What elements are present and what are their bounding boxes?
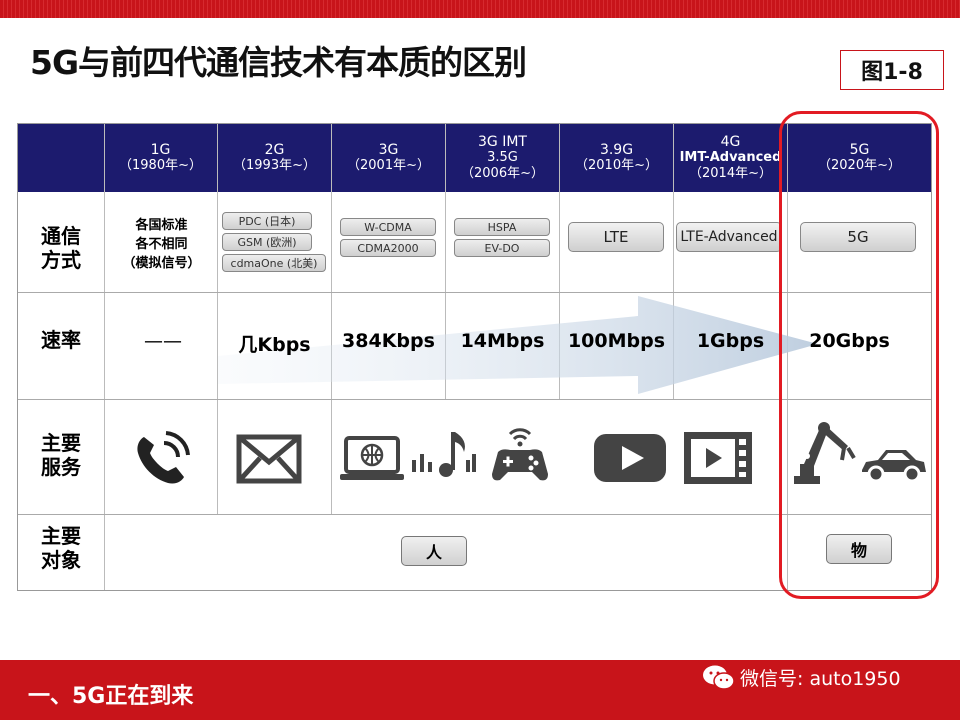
comm-4g-lte-advanced: LTE-Advanced [676,222,782,252]
header-2g: 2G （1993年~） [218,124,331,192]
header-35g: 3G IMT 3.5G （2006年~） [446,124,559,192]
row-label-service: 主要 服务 [41,431,81,479]
row-label-speed: 速率 [41,328,81,352]
comm-2g-gsm: GSM (欧洲) [222,233,312,251]
speed-2g: 几Kbps [238,334,311,356]
wechat-id: 微信号: auto1950 [740,668,901,690]
speed-4g: 1Gbps [696,330,765,352]
divider [104,124,105,590]
speed-35g: 14Mbps [460,330,545,352]
speed-39g: 100Mbps [567,330,666,352]
header-2g-year: （1993年~） [233,158,316,173]
video-play-icon [594,434,666,482]
figure-label: 图1-8 [840,50,944,90]
speed-3g: 384Kbps [342,330,435,352]
header-1g-name: 1G [150,142,171,158]
header-39g-year: （2010年~） [575,158,658,173]
header-2g-name: 2G [264,142,285,158]
header-35g-name: 3G IMT [478,134,527,150]
music-icon [412,432,476,477]
header-4g-name: 4G [720,134,741,150]
comm-2g-pdc: PDC (日本) [222,212,312,230]
comm-35g-evdo: EV-DO [454,239,550,257]
header-3g-name: 3G [378,142,399,158]
row-label-object: 主要 对象 [41,524,81,572]
header-35g-year: （2006年~） [461,166,544,181]
page-title: 5G与前四代通信技术有本质的区别 [30,43,527,82]
header-3g-year: （2001年~） [347,158,430,173]
mail-icon [236,434,302,484]
comm-3g-wcdma: W-CDMA [340,218,436,236]
video-screen-icon [684,432,752,484]
header-1g: 1G （1980年~） [104,124,217,192]
comm-3g-cdma2000: CDMA2000 [340,239,436,257]
phone-icon [137,431,190,484]
header-4g-year: （2014年~） [689,166,772,181]
header-4g-name2: IMT-Advanced [679,150,782,165]
section-title: 一、5G正在到来 [28,684,194,709]
comm-2g-cdmaone: cdmaOne (北美) [222,254,326,272]
header-3g: 3G （2001年~） [332,124,445,192]
gamepad-icon [492,428,548,481]
comm-35g-hspa: HSPA [454,218,550,236]
top-bar [0,0,960,18]
speed-1g: —— [144,330,182,352]
wechat-icon [703,665,735,690]
header-35g-name2: 3.5G [487,150,518,165]
computer-icon [340,436,404,480]
comm-39g-lte: LTE [568,222,664,252]
comm-1g: 各国标准 各不相同 （模拟信号） [122,218,201,271]
header-1g-year: （1980年~） [119,158,202,173]
object-people-tag: 人 [401,536,467,566]
5g-highlight-frame [779,111,939,599]
header-39g-name: 3.9G [599,142,634,158]
header-39g: 3.9G （2010年~） [560,124,673,192]
row-label-comm: 通信 方式 [18,224,104,272]
header-4g: 4G IMT-Advanced （2014年~） [674,124,787,192]
row-label-comm-text: 通信 方式 [41,224,81,272]
